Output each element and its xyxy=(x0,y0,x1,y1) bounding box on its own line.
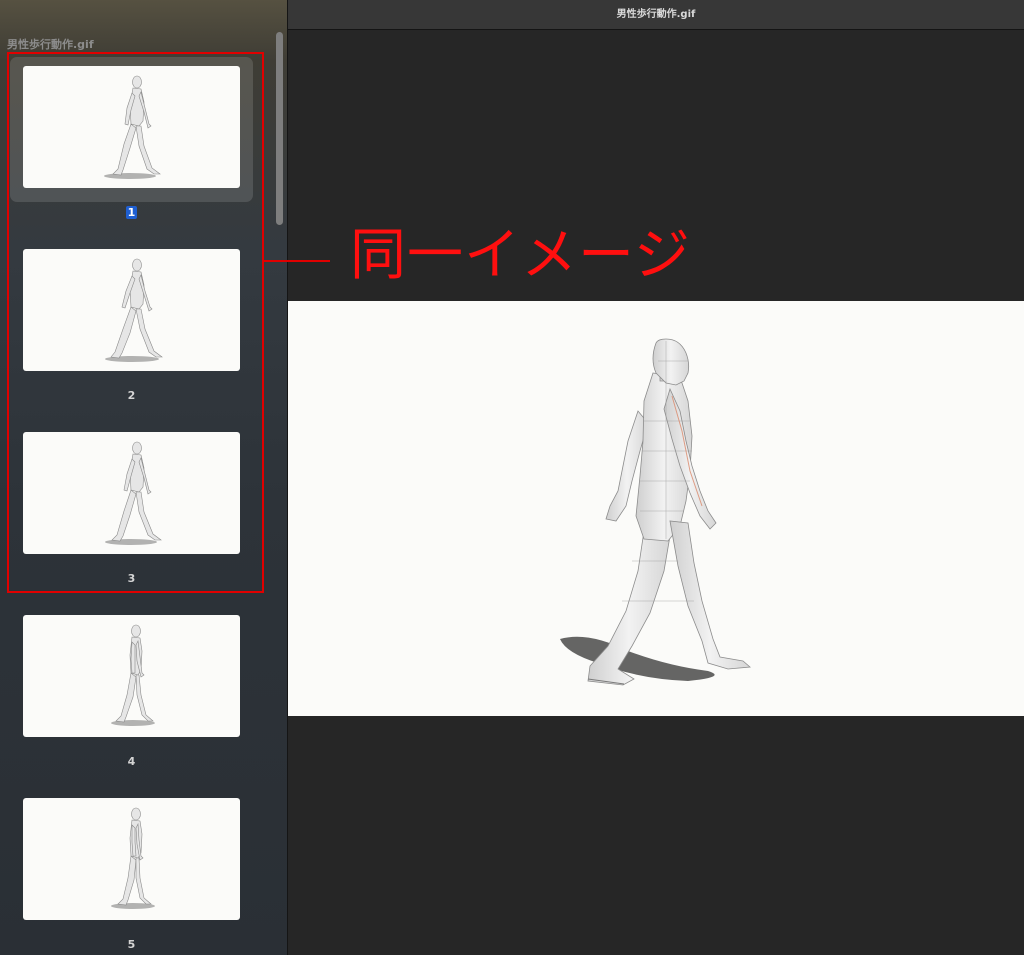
walking-figure-icon xyxy=(111,807,155,909)
thumbnail-page-5[interactable] xyxy=(23,798,240,920)
sidebar-scrollbar[interactable] xyxy=(276,32,283,225)
sidebar-document-title: 男性歩行動作.gif xyxy=(7,38,94,51)
main-image-view[interactable] xyxy=(288,301,1024,716)
annotation-connector-line xyxy=(262,260,330,262)
walking-figure-icon xyxy=(111,624,155,726)
thumbnail-page-4[interactable] xyxy=(23,615,240,737)
thumbnail-page-number: 4 xyxy=(127,755,136,768)
walking-man-image xyxy=(560,338,751,686)
annotation-label: 同一イメージ xyxy=(350,223,691,288)
window-titlebar[interactable]: 男性歩行動作.gif xyxy=(288,0,1024,30)
annotation-highlight-box xyxy=(7,52,264,593)
window-title: 男性歩行動作.gif xyxy=(616,9,696,20)
thumbnail-page-number: 5 xyxy=(127,938,136,951)
